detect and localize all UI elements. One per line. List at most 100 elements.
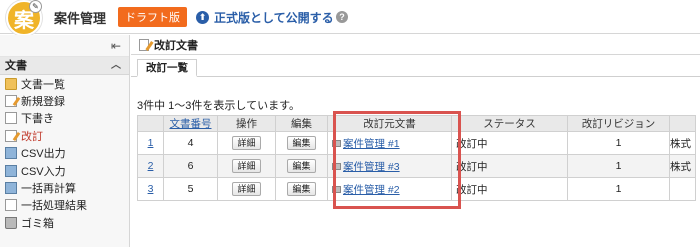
edit-button[interactable]: 編集 (287, 182, 316, 196)
document-icon (332, 162, 341, 170)
app-logo[interactable]: 案 ✎ (6, 0, 42, 36)
status-cell: 改訂中 (451, 177, 568, 201)
source-doc-cell: 案件管理 #1 (327, 131, 452, 155)
table-row: 2 6 詳細 編集 案件管理 #3 改訂中 1 株式 (137, 154, 696, 178)
sidebar-item-label: 一括処理結果 (21, 200, 87, 213)
source-doc-label: 案件管理 #1 (343, 137, 400, 150)
document-icon (332, 139, 341, 147)
doc-icon (5, 199, 17, 212)
collapse-left-icon[interactable]: ⇤ (111, 39, 121, 53)
tab-revision-list[interactable]: 改訂一覧 (137, 59, 197, 77)
sidebar-section-documents[interactable]: 文書 ︿ (0, 57, 129, 75)
doc-no-cell: 6 (163, 154, 218, 178)
sidebar-item-trash[interactable]: ゴミ箱 (0, 214, 129, 231)
doc-no-cell: 4 (163, 131, 218, 155)
page-header: 改訂文書 (131, 35, 700, 55)
source-doc-label: 案件管理 #3 (343, 160, 400, 173)
pencil-icon: ✎ (29, 0, 42, 13)
sidebar-item-bulk-results[interactable]: 一括処理結果 (0, 197, 129, 214)
sidebar-item-document-list[interactable]: 文書一覧 (0, 75, 129, 92)
sidebar-item-label: 改訂 (21, 130, 43, 143)
column-header-source-doc: 改訂元文書 (327, 115, 452, 132)
edit-icon (5, 95, 17, 108)
app-title: 案件管理 (54, 11, 107, 26)
chevron-up-icon[interactable]: ︿ (111, 57, 121, 75)
extra-cell: 株式 (669, 154, 696, 178)
column-header-doc-no[interactable]: 文書番号 (163, 115, 218, 132)
revision-table: 文書番号 操作 編集 改訂元文書 ステータス 改訂リビジョン 1 4 詳細 編集… (137, 115, 696, 201)
doc-icon (5, 112, 17, 125)
trash-icon (5, 216, 17, 229)
row-number-link[interactable]: 2 (148, 160, 154, 172)
publish-label: 正式版として公開する (214, 11, 334, 25)
row-number-link[interactable]: 3 (148, 183, 154, 195)
help-icon[interactable]: ? (336, 11, 348, 23)
sidebar-item-drafts[interactable]: 下書き (0, 110, 129, 127)
sidebar-item-label: 新規登録 (21, 96, 65, 109)
top-header: 案 ✎ 案件管理 ドラフト版 ⬆ 正式版として公開する ? (0, 0, 700, 36)
sidebar-collapse-row: ⇤ (0, 35, 129, 57)
document-icon (332, 185, 341, 193)
source-doc-cell: 案件管理 #3 (327, 154, 452, 178)
sidebar-item-bulk-recalc[interactable]: 一括再計算 (0, 179, 129, 196)
table-row: 1 4 詳細 編集 案件管理 #1 改訂中 1 株式 (137, 131, 696, 155)
source-doc-link[interactable]: 案件管理 #1 (332, 136, 400, 151)
source-doc-link[interactable]: 案件管理 #3 (332, 159, 400, 174)
calc-icon (5, 147, 17, 160)
sidebar-item-csv-import[interactable]: CSV入力 (0, 162, 129, 179)
publish-link[interactable]: ⬆ 正式版として公開する (196, 9, 334, 26)
source-doc-link[interactable]: 案件管理 #2 (332, 182, 400, 197)
folder-icon (5, 77, 17, 90)
action-cell: 詳細 (217, 154, 276, 178)
row-number-cell: 3 (137, 177, 164, 201)
draft-badge: ドラフト版 (118, 7, 187, 27)
page-title: 改訂文書 (154, 39, 198, 52)
source-doc-label: 案件管理 #2 (343, 183, 400, 196)
row-number-cell: 1 (137, 131, 164, 155)
tab-bar: 改訂一覧 (131, 55, 700, 77)
edit-button[interactable]: 編集 (287, 136, 316, 150)
column-header-extra (669, 115, 696, 132)
row-number-link[interactable]: 1 (148, 137, 154, 149)
column-header-status: ステータス (451, 115, 568, 132)
sidebar-item-new[interactable]: 新規登録 (0, 92, 129, 109)
column-header (137, 115, 164, 132)
sidebar-item-label: CSV入力 (21, 165, 66, 178)
sidebar-item-label: 下書き (21, 113, 54, 126)
sidebar-item-csv-export[interactable]: CSV出力 (0, 145, 129, 162)
detail-button[interactable]: 詳細 (232, 182, 261, 196)
revision-cell: 1 (567, 154, 670, 178)
table-header-row: 文書番号 操作 編集 改訂元文書 ステータス 改訂リビジョン (137, 115, 696, 132)
calc-icon (5, 164, 17, 177)
column-header-edit: 編集 (275, 115, 328, 132)
detail-button[interactable]: 詳細 (232, 159, 261, 173)
table-row: 3 5 詳細 編集 案件管理 #2 改訂中 1 (137, 177, 696, 201)
status-cell: 改訂中 (451, 154, 568, 178)
column-header-action: 操作 (217, 115, 276, 132)
edit-button[interactable]: 編集 (287, 159, 316, 173)
main-content: 改訂文書 改訂一覧 3件中 1～3件を表示しています。 文書番号 操作 編集 改… (131, 35, 700, 247)
edit-cell: 編集 (275, 177, 328, 201)
sidebar-item-label: 一括再計算 (21, 183, 76, 196)
sidebar-item-label: 文書一覧 (21, 78, 65, 91)
edit-cell: 編集 (275, 131, 328, 155)
action-cell: 詳細 (217, 177, 276, 201)
status-cell: 改訂中 (451, 131, 568, 155)
calc-icon (5, 182, 17, 195)
sidebar-item-revision[interactable]: 改訂 (0, 127, 129, 144)
detail-button[interactable]: 詳細 (232, 136, 261, 150)
column-header-revision: 改訂リビジョン (567, 115, 670, 132)
revision-cell: 1 (567, 177, 670, 201)
edit-icon (5, 129, 17, 142)
extra-cell: 株式 (669, 131, 696, 155)
source-doc-cell: 案件管理 #2 (327, 177, 452, 201)
edit-icon (139, 38, 149, 51)
sidebar: ⇤ 文書 ︿ 文書一覧 新規登録 下書き 改訂 CSV出力 CSV入力 一括再計… (0, 35, 130, 247)
result-summary: 3件中 1～3件を表示しています。 (137, 100, 300, 112)
sidebar-section-title: 文書 (5, 60, 27, 72)
revision-cell: 1 (567, 131, 670, 155)
row-number-cell: 2 (137, 154, 164, 178)
sidebar-item-label: CSV出力 (21, 148, 66, 161)
edit-cell: 編集 (275, 154, 328, 178)
action-cell: 詳細 (217, 131, 276, 155)
